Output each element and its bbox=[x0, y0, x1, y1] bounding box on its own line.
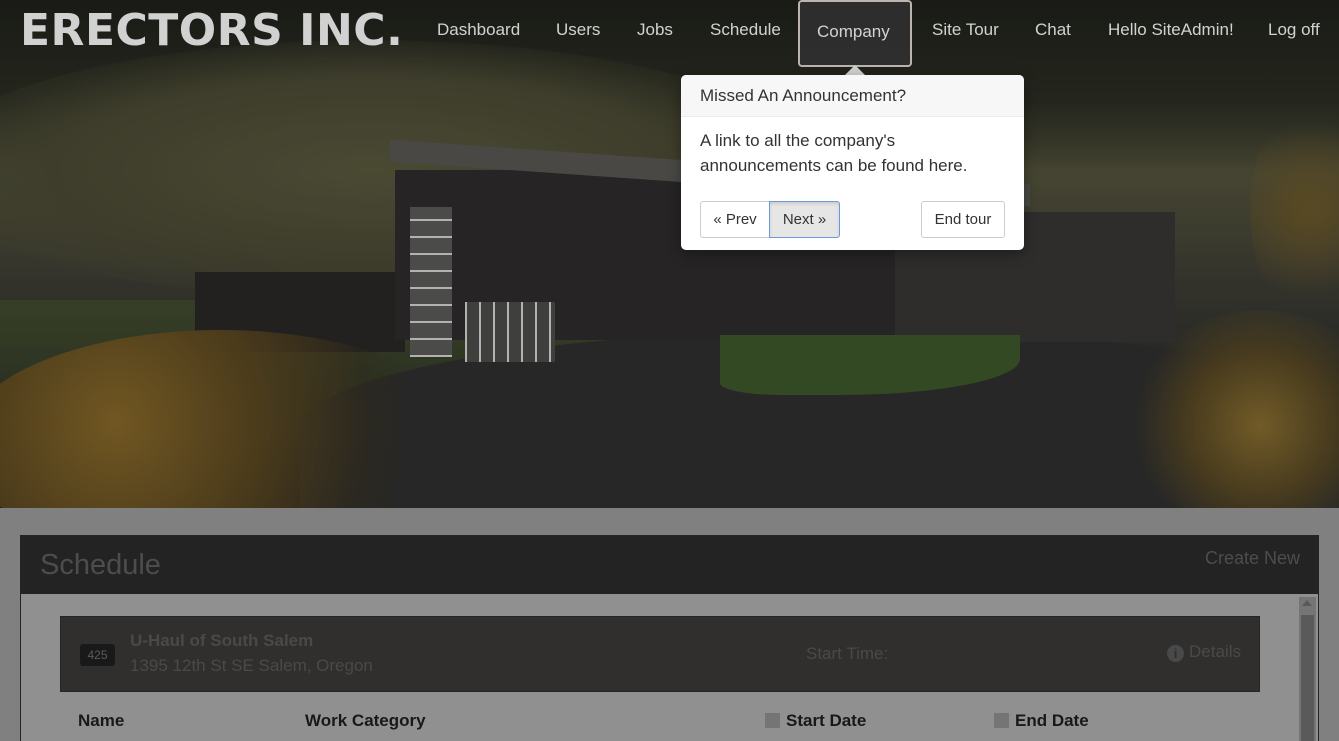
job-card[interactable]: 425 U-Haul of South Salem 1395 12th St S… bbox=[60, 616, 1260, 692]
hero-banner bbox=[0, 0, 1339, 508]
job-number-badge: 425 bbox=[80, 644, 115, 666]
building-window bbox=[410, 207, 452, 357]
column-header-name[interactable]: Name bbox=[78, 711, 124, 731]
nav-users[interactable]: Users bbox=[556, 0, 600, 60]
chevron-up-icon[interactable] bbox=[1302, 600, 1312, 606]
tour-prev-button[interactable]: « Prev bbox=[700, 201, 770, 238]
main-nav: Dashboard Users Jobs Schedule Company Si… bbox=[0, 0, 1339, 76]
tour-title: Missed An Announcement? bbox=[681, 75, 1024, 117]
nav-dashboard[interactable]: Dashboard bbox=[437, 0, 520, 60]
nav-company[interactable]: Company bbox=[798, 0, 912, 76]
nav-user-greeting[interactable]: Hello SiteAdmin! bbox=[1108, 0, 1234, 60]
column-header-start-date[interactable]: Start Date bbox=[765, 711, 866, 731]
column-header-end-date[interactable]: End Date bbox=[994, 711, 1089, 731]
tour-end-button[interactable]: End tour bbox=[921, 201, 1005, 238]
nav-schedule[interactable]: Schedule bbox=[710, 0, 781, 60]
column-header-work-category[interactable]: Work Category bbox=[305, 711, 426, 731]
nav-log-off[interactable]: Log off bbox=[1268, 0, 1320, 60]
column-header-end-date-label: End Date bbox=[1015, 711, 1089, 730]
job-address: 1395 12th St SE Salem, Oregon bbox=[130, 656, 373, 675]
job-start-time-label: Start Time: bbox=[806, 644, 889, 663]
info-circle-icon: i bbox=[1167, 645, 1185, 662]
nav-jobs[interactable]: Jobs bbox=[637, 0, 673, 60]
tour-content: A link to all the company's announcement… bbox=[700, 131, 968, 175]
building-entrance bbox=[465, 302, 555, 362]
schedule-title: Schedule bbox=[40, 549, 161, 581]
main-content: Schedule Create New 425 U-Haul of South … bbox=[0, 508, 1339, 741]
nav-site-tour[interactable]: Site Tour bbox=[932, 0, 999, 60]
schedule-panel: Schedule Create New 425 U-Haul of South … bbox=[20, 535, 1319, 741]
tour-next-button[interactable]: Next » bbox=[769, 201, 840, 238]
job-details-link[interactable]: i Details bbox=[1167, 642, 1241, 662]
sort-icon bbox=[765, 713, 780, 728]
sort-icon bbox=[994, 713, 1009, 728]
schedule-scrollbar[interactable] bbox=[1299, 597, 1316, 741]
job-name: U-Haul of South Salem bbox=[130, 631, 314, 650]
scrollbar-thumb[interactable] bbox=[1301, 615, 1314, 741]
job-details-label: Details bbox=[1189, 642, 1241, 661]
nav-chat[interactable]: Chat bbox=[1035, 0, 1071, 60]
create-new-link[interactable]: Create New bbox=[1205, 548, 1300, 569]
tour-popover: Missed An Announcement? A link to all th… bbox=[681, 75, 1024, 250]
schedule-panel-header: Schedule Create New bbox=[21, 536, 1318, 594]
column-header-start-date-label: Start Date bbox=[786, 711, 867, 730]
tour-navigation: « Prev Next » End tour bbox=[700, 201, 1005, 239]
